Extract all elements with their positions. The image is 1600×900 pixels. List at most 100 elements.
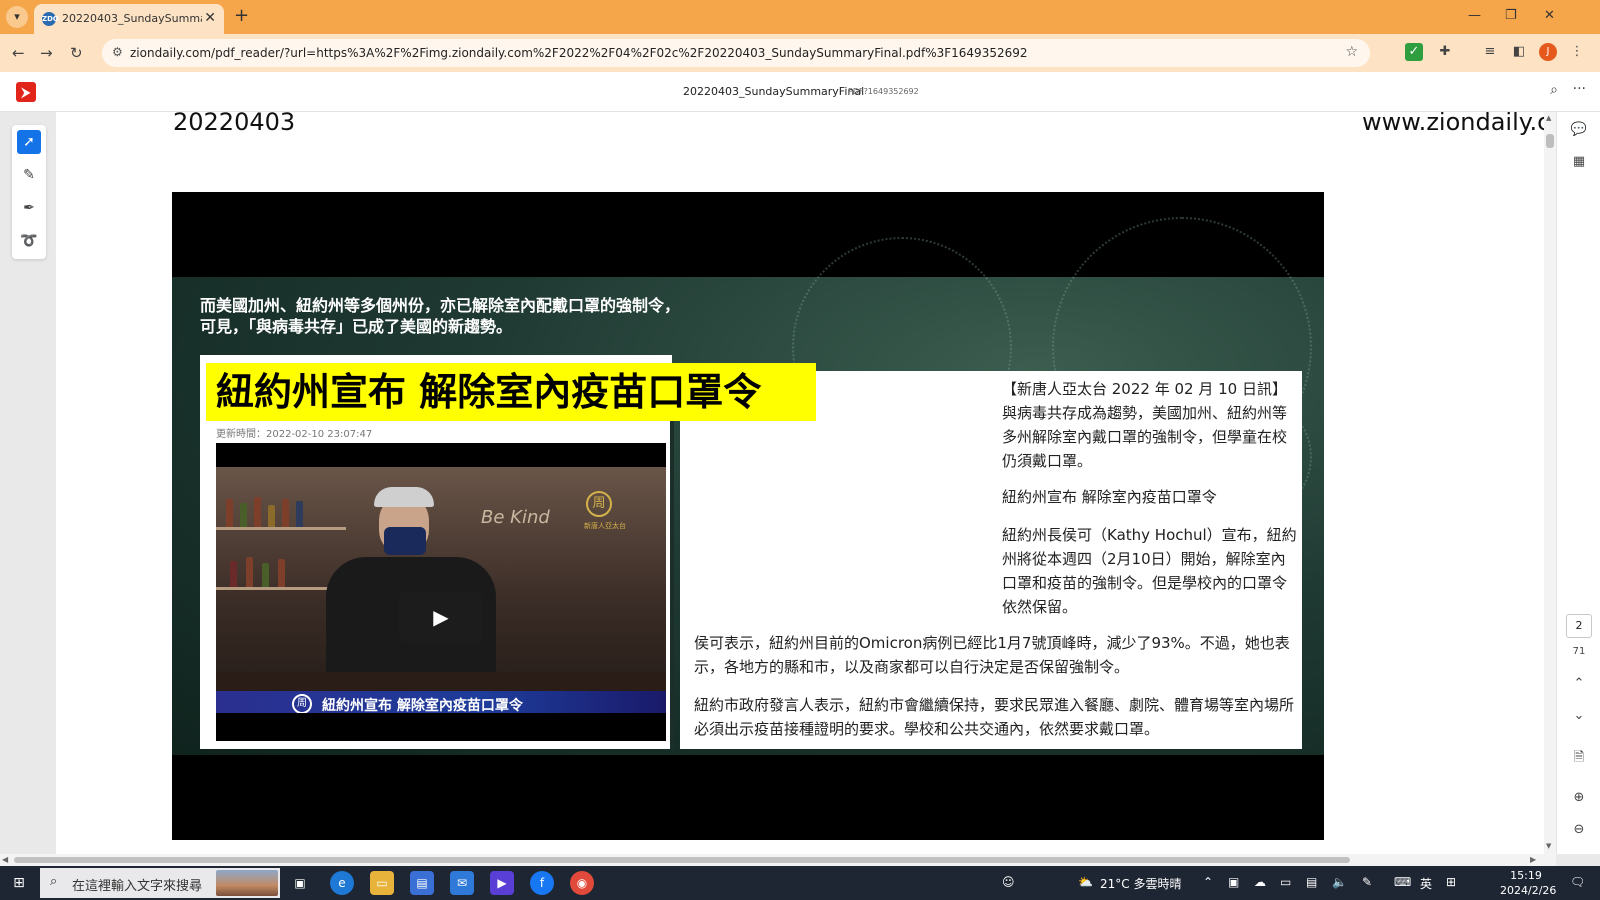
document-subtitle: PDF?1649352692 [848,87,919,96]
thumbnails-grid-icon[interactable]: ▦ [1569,152,1589,172]
tab-favicon: ZDO [42,12,59,26]
tray-chevron-up-icon[interactable]: ⌃ [1203,875,1213,889]
reload-icon[interactable]: ↻ [70,44,83,62]
total-pages-label: 71 [1572,646,1586,657]
keyboard-icon[interactable]: ⌨ [1394,875,1411,889]
taskbar-clock[interactable]: 15:19 2024/2/26 [1500,868,1556,898]
taskbar-search-box[interactable]: ⌕ 在這裡輸入文字來搜尋 [40,868,280,898]
bartender-mask [384,527,426,555]
battery-icon[interactable]: ▭ [1280,875,1291,889]
bottle [240,503,247,527]
horizontal-scroll-thumb[interactable] [14,857,1350,863]
microsoft-store-icon[interactable]: ▤ [410,871,434,895]
extensions-puzzle-icon[interactable]: ✚ [1436,43,1454,61]
tab-close-icon[interactable]: ✕ [204,10,216,26]
pdf-search-icon[interactable]: ⌕ [1550,82,1558,98]
windows-taskbar: ⊞ ⌕ 在這裡輸入文字來搜尋 ▣ e ▭ ▤ ✉ ▶ f ◉ ☺ ⛅ 21°C … [0,866,1600,900]
onedrive-cloud-icon[interactable]: ☁ [1254,875,1266,889]
tab-title: 20220403_SundaySummaryF [62,12,202,25]
weather-cloud-icon[interactable]: ⛅ [1078,875,1093,889]
pen-icon[interactable]: ✎ [1362,875,1372,889]
browser-tab-active[interactable]: ZDO 20220403_SundaySummaryF ✕ [34,4,224,34]
vertical-scroll-thumb[interactable] [1546,134,1554,148]
vertical-scrollbar[interactable]: ▲ ▼ [1544,112,1556,854]
document-title: 20220403_SundaySummaryFinal [683,85,865,98]
window-close-icon[interactable]: ✕ [1544,8,1555,23]
forward-arrow-right-icon[interactable]: → [40,44,53,62]
next-page-chevron-down-icon[interactable]: ⌄ [1569,706,1589,726]
edge-browser-icon[interactable]: e [330,871,354,895]
browser-menu-icon[interactable]: ⋮ [1568,43,1586,61]
news-paragraph-1: 紐約州長侯可（Kathy Hochul）宣布，紐約州將從本週四（2月10日）開始… [1002,526,1297,616]
news-article-panel: 【新唐人亞太台 2022 年 02 月 10 日訊】與病毒共存成為趨勢，美國加州… [680,371,1302,749]
video-play-icon[interactable]: ▶ [399,591,483,643]
url-text[interactable]: ziondaily.com/pdf_reader/?url=https%3A%2… [130,46,1028,60]
chrome-browser-icon[interactable]: ◉ [570,871,594,895]
ntd-logo-icon: 周 [586,491,612,517]
scroll-left-arrow-icon[interactable]: ◀ [2,855,8,864]
lasso-draw-icon[interactable]: ➰ [17,229,41,253]
new-tab-plus-icon[interactable]: + [234,5,249,26]
ime-language-label[interactable]: 英 [1420,875,1432,892]
shelf [216,527,346,530]
bottle [226,499,233,527]
weather-text[interactable]: 21°C 多雲時晴 [1100,875,1181,892]
select-cursor-icon[interactable]: ➚ [17,130,41,154]
horizontal-scrollbar[interactable]: ◀ ▶ [0,854,1556,866]
task-view-icon[interactable]: ▣ [288,871,312,895]
search-highlight-image [216,870,278,896]
bottle [296,501,303,527]
add-comment-icon[interactable]: ✎ [17,163,41,187]
file-explorer-icon[interactable]: ▭ [370,871,394,895]
side-panel-icon[interactable]: ◧ [1510,43,1528,61]
notification-icon[interactable]: 🗨 [1570,875,1585,889]
bottle [230,561,237,587]
facebook-icon[interactable]: f [530,871,554,895]
zoom-in-icon[interactable]: ⊕ [1569,788,1589,808]
ntd-channel-name: 新唐人亞太台 [584,522,626,530]
start-windows-icon[interactable]: ⊞ [10,874,28,892]
scroll-up-arrow-icon[interactable]: ▲ [1546,114,1551,122]
site-info-icon[interactable]: ⚙ [112,45,123,59]
address-toolbar: ← → ↻ ⚙ ziondaily.com/pdf_reader/?url=ht… [0,34,1600,72]
page-document-icon[interactable]: 🗎 [1569,748,1589,768]
scroll-right-arrow-icon[interactable]: ▶ [1530,855,1536,864]
annotation-tool-rail: ➚ ✎ ✒ ➰ [12,125,46,259]
bottle [254,497,261,527]
bookmark-star-icon[interactable]: ☆ [1345,44,1358,60]
restore-icon[interactable]: ❐ [1505,8,1517,23]
media-player-icon[interactable]: ▶ [490,871,514,895]
news-dateline: 【新唐人亞太台 2022 年 02 月 10 日訊】與病毒共存成為趨勢，美國加州… [1002,380,1288,470]
back-arrow-left-icon[interactable]: ← [12,44,25,62]
update-timestamp: 更新時間：2022-02-10 23:07:47 [216,429,373,440]
meet-icon[interactable]: ▣ [1228,875,1239,889]
news-paragraph-3: 紐約市政府發言人表示，紐約市會繼續保持，要求民眾進入餐廳、劇院、體育場等室內場所… [694,696,1295,738]
media-control-icon[interactable]: ≡ [1481,43,1499,61]
pdf-right-panel: 💬 ▦ 2 71 ⌃ ⌄ 🗎 ⊕ ⊖ [1556,112,1600,854]
minimize-icon[interactable]: — [1468,8,1481,23]
pdf-more-icon[interactable]: ··· [1573,81,1586,97]
page-website-label: www.ziondaily.c [1362,112,1544,136]
people-icon[interactable]: ☺ [1002,875,1015,889]
tab-search-chevron-down-icon[interactable]: ▾ [6,6,28,28]
address-bar[interactable]: ⚙ ziondaily.com/pdf_reader/?url=https%3A… [102,39,1370,67]
pdf-page-canvas: 20220403 www.ziondaily.c 而美國加州、紐約州等多個州份，… [56,112,1544,854]
ime-mode-icon[interactable]: ⊞ [1446,875,1456,889]
previous-page-chevron-up-icon[interactable]: ⌃ [1569,674,1589,694]
volume-icon[interactable]: 🔈 [1332,875,1347,889]
current-page-input[interactable]: 2 [1566,614,1592,638]
bar-scene-image: Be Kind 周 新唐人亞太台 ▶ 周 紐約州宣布 解除室內疫苗口罩令 [216,467,666,713]
browser-tab-bar: ▾ ZDO 20220403_SundaySummaryF ✕ + — ❐ ✕ [0,0,1600,34]
bottle [278,559,285,587]
extension-check-icon[interactable]: ✓ [1405,43,1423,61]
news-video-thumbnail[interactable]: Be Kind 周 新唐人亞太台 ▶ 周 紐約州宣布 解除室內疫苗口罩令 [216,443,666,741]
mail-icon[interactable]: ✉ [450,871,474,895]
profile-avatar[interactable]: J [1539,43,1557,61]
zoom-out-icon[interactable]: ⊖ [1569,820,1589,840]
network-icon[interactable]: ▤ [1306,875,1317,889]
news-headline: 紐約州宣布 解除室內疫苗口罩令 [206,363,816,421]
comments-icon[interactable]: 💬 [1569,120,1589,140]
scroll-down-arrow-icon[interactable]: ▼ [1546,842,1551,850]
highlight-pen-icon[interactable]: ✒ [17,196,41,220]
taskbar-search-icon: ⌕ [50,874,58,889]
